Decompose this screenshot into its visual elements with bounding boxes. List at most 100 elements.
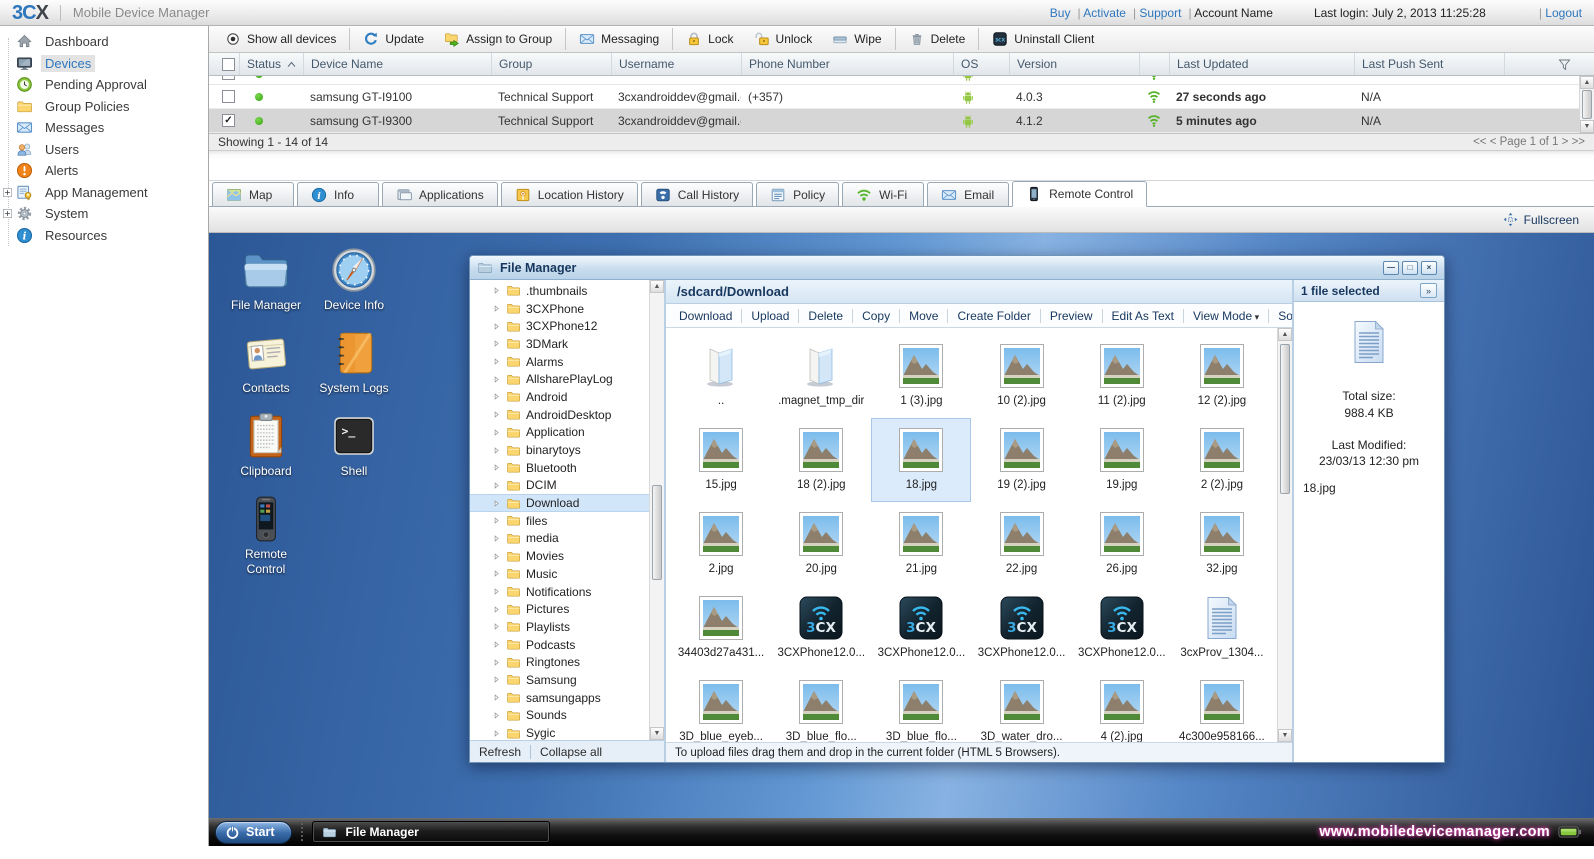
file-item[interactable]: 3D_blue_eyeb... <box>671 670 771 742</box>
tree-expander-icon[interactable] <box>492 516 501 525</box>
tree-expander-icon[interactable] <box>492 534 501 543</box>
file-action[interactable]: Edit As Text <box>1103 309 1184 323</box>
tree-expander-icon[interactable] <box>492 410 501 419</box>
file-item[interactable]: 18.jpg <box>871 418 971 502</box>
toolbar-button[interactable]: Show all devices <box>215 28 346 50</box>
tree-folder[interactable]: media <box>470 530 664 548</box>
tab[interactable]: Policy <box>756 182 839 206</box>
tree-folder[interactable]: 3CXPhone <box>470 300 664 318</box>
tree-folder[interactable]: Notifications <box>470 583 664 601</box>
tree-expander-icon[interactable] <box>492 286 501 295</box>
file-item[interactable]: 18 (2).jpg <box>771 418 871 502</box>
tab[interactable]: Info <box>297 182 379 206</box>
tree-folder[interactable]: Ringtones <box>470 653 664 671</box>
topbar-link[interactable]: Buy <box>1050 6 1071 20</box>
maximize-button[interactable]: □ <box>1402 261 1418 275</box>
tree-folder[interactable]: Alarms <box>470 353 664 371</box>
device-row[interactable]: ✓ samsung GT-I9300 Technical Support 3cx… <box>209 109 1594 133</box>
sidebar-item[interactable]: Devices <box>0 53 208 75</box>
tree-expander-icon[interactable] <box>492 463 501 472</box>
window-titlebar[interactable]: File Manager — □ × <box>470 256 1444 280</box>
tree-expander-icon[interactable] <box>492 605 501 614</box>
tree-folder[interactable]: Movies <box>470 547 664 565</box>
file-item[interactable]: 20.jpg <box>771 502 871 586</box>
desktop-icon[interactable]: Device Info <box>313 245 395 313</box>
file-item[interactable]: 34403d27a431... <box>671 586 771 670</box>
toolbar-button[interactable]: Uninstall Client <box>978 28 1104 50</box>
tree-expander-icon[interactable] <box>492 658 501 667</box>
sidebar-item[interactable]: Group Policies <box>0 96 208 118</box>
file-item[interactable]: 3D_blue_flo... <box>871 670 971 742</box>
pagination[interactable]: << < Page 1 of 1 > >> <box>1473 136 1585 148</box>
tree-expander-icon[interactable] <box>492 446 501 455</box>
file-item[interactable]: 1 (3).jpg <box>871 334 971 418</box>
scroll-down-arrow[interactable]: ▼ <box>1278 729 1292 742</box>
file-item[interactable]: 3CXPhone12.0... <box>1072 586 1172 670</box>
scroll-thumb[interactable] <box>1582 90 1592 119</box>
tree-expander-icon[interactable] <box>492 569 501 578</box>
scroll-up-arrow[interactable]: ▲ <box>650 280 664 293</box>
tree-folder[interactable]: files <box>470 512 664 530</box>
tree-folder[interactable]: Bluetooth <box>470 459 664 477</box>
file-item[interactable]: 11 (2).jpg <box>1072 334 1172 418</box>
tree-folder[interactable]: Download <box>470 494 664 512</box>
tab[interactable]: Map <box>212 182 294 206</box>
toolbar-button[interactable]: Lock <box>672 28 743 50</box>
file-action[interactable]: Download <box>670 309 742 323</box>
tree-folder[interactable]: AndroidDesktop <box>470 406 664 424</box>
tree-folder[interactable]: Pictures <box>470 600 664 618</box>
scroll-down-arrow[interactable]: ▼ <box>650 727 664 740</box>
column-group[interactable]: Group <box>491 53 611 75</box>
sidebar-item[interactable]: Pending Approval <box>0 74 208 96</box>
sidebar-item[interactable]: System <box>0 203 208 225</box>
table-scrollbar[interactable]: ▲ ▼ <box>1579 76 1594 133</box>
tree-expander-icon[interactable] <box>492 322 501 331</box>
tab[interactable]: Call History <box>641 182 753 206</box>
file-action[interactable]: Upload <box>742 309 799 323</box>
scroll-up-arrow[interactable]: ▲ <box>1278 328 1292 341</box>
tree-expander-icon[interactable] <box>492 499 501 508</box>
scroll-down-arrow[interactable]: ▼ <box>1580 120 1594 133</box>
sidebar-item[interactable]: Dashboard <box>0 31 208 53</box>
column-phone-number[interactable]: Phone Number <box>741 53 953 75</box>
tree-expander-icon[interactable] <box>492 481 501 490</box>
file-item[interactable]: 15.jpg <box>671 418 771 502</box>
scroll-up-arrow[interactable]: ▲ <box>1580 76 1594 89</box>
tree-folder[interactable]: Music <box>470 565 664 583</box>
expand-plus-icon[interactable] <box>2 208 13 219</box>
tree-expander-icon[interactable] <box>492 693 501 702</box>
file-item[interactable]: 2.jpg <box>671 502 771 586</box>
desktop-icon[interactable]: Clipboard <box>225 411 307 479</box>
tab[interactable]: Remote Control <box>1012 181 1147 207</box>
file-item[interactable]: 21.jpg <box>871 502 971 586</box>
tree-expander-icon[interactable] <box>492 304 501 313</box>
tree-expander-icon[interactable] <box>492 339 501 348</box>
file-action[interactable]: Copy <box>853 309 900 323</box>
sidebar-item[interactable]: App Management <box>0 182 208 204</box>
toolbar-button[interactable]: Assign to Group <box>434 28 562 50</box>
tree-folder[interactable]: AllsharePlayLog <box>470 370 664 388</box>
file-item[interactable]: 19 (2).jpg <box>971 418 1071 502</box>
refresh-button[interactable]: Refresh <box>479 745 530 759</box>
tree-folder[interactable]: samsungapps <box>470 689 664 707</box>
row-checkbox[interactable]: ✓ <box>222 114 235 127</box>
tree-folder[interactable]: 3CXPhone12 <box>470 317 664 335</box>
file-item[interactable]: 22.jpg <box>971 502 1071 586</box>
file-action[interactable]: Preview <box>1041 309 1103 323</box>
tab[interactable]: Applications <box>382 182 498 206</box>
tree-folder[interactable]: Samsung <box>470 671 664 689</box>
column-os[interactable]: OS <box>953 53 1009 75</box>
row-checkbox[interactable]: ✓ <box>222 90 235 103</box>
tree-expander-icon[interactable] <box>492 552 501 561</box>
column-last-updated[interactable]: Last Updated <box>1169 53 1354 75</box>
toolbar-button[interactable]: Messaging <box>565 28 669 50</box>
tree-folder[interactable]: binarytoys <box>470 441 664 459</box>
tree-folder[interactable]: Android <box>470 388 664 406</box>
file-action[interactable]: Create Folder <box>948 309 1040 323</box>
filter-funnel-icon[interactable] <box>1557 57 1572 72</box>
tab[interactable]: Wi-Fi <box>842 182 924 206</box>
file-item[interactable]: 3D_water_dro... <box>971 670 1071 742</box>
toolbar-button[interactable]: Delete <box>895 28 976 50</box>
scroll-thumb[interactable] <box>652 485 662 580</box>
desktop-icon[interactable]: Contacts <box>225 328 307 396</box>
